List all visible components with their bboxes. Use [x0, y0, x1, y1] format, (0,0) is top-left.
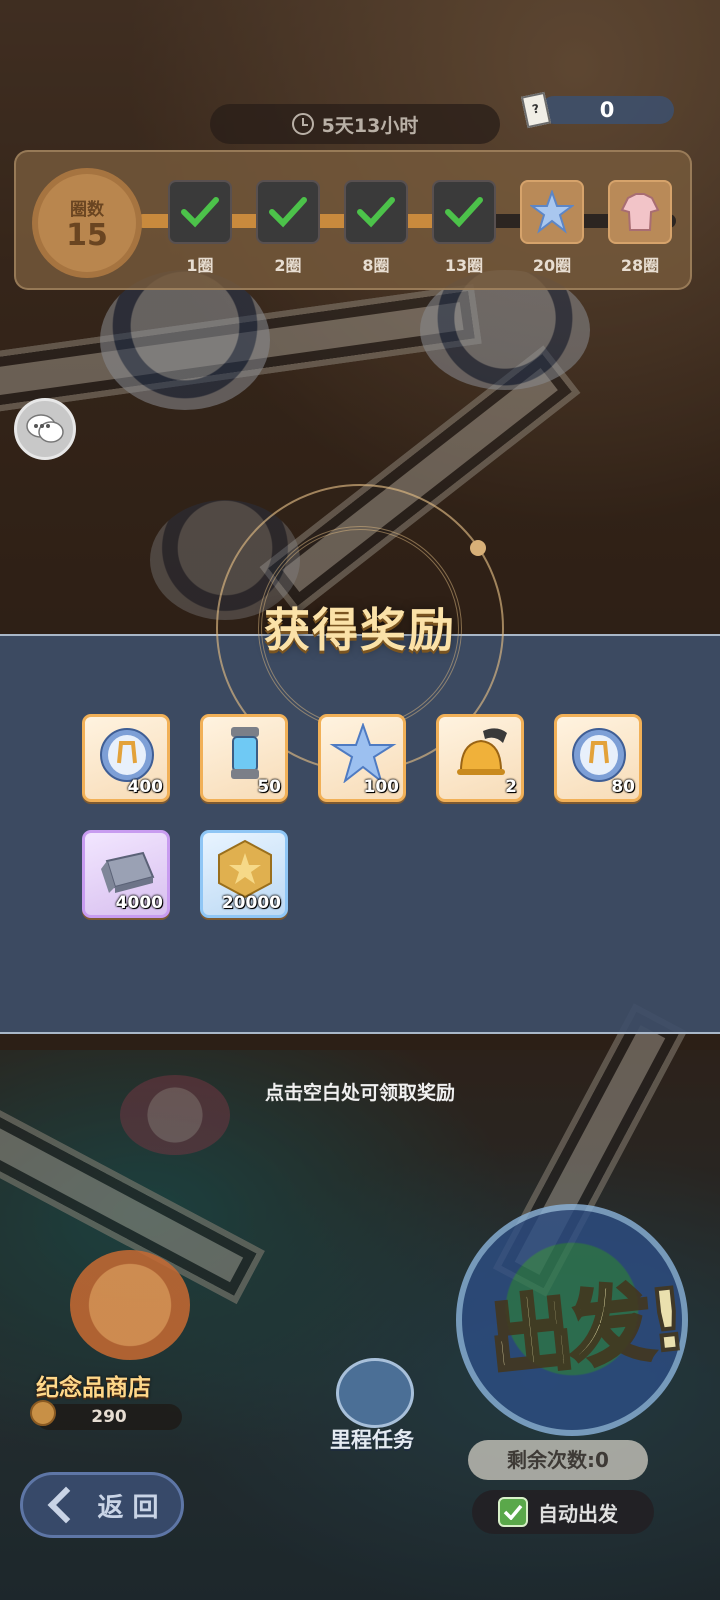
souvenir-shop-label[interactable]: 纪念品商店 — [36, 1368, 151, 1402]
reward-quantity: 80 — [611, 777, 635, 797]
milestone-6[interactable]: 28圈 — [608, 180, 672, 276]
reward-item[interactable]: 400 — [82, 714, 170, 802]
star-crystal-icon — [530, 190, 574, 234]
collect-hint: 点击空白处可领取奖励 — [264, 1082, 455, 1104]
lap-progress-panel: 圈数 15 1圈 2圈 8圈 13圈 20圈 28圈 — [14, 150, 692, 290]
mileage-mission-icon[interactable] — [336, 1358, 414, 1428]
milestone-label: 13圈 — [444, 256, 484, 275]
reward-title: 获得奖励 — [264, 603, 456, 657]
milestone-1[interactable]: 1圈 — [168, 180, 232, 276]
reward-quantity: 400 — [127, 777, 164, 797]
lap-count-value: 15 — [66, 217, 108, 253]
chat-button[interactable] — [14, 398, 76, 460]
auto-depart-label: 自动出发 — [538, 1501, 618, 1526]
ticket-counter: 0 — [540, 96, 674, 124]
reward-item[interactable]: 4000 — [82, 830, 170, 918]
reward-quantity: 20000 — [221, 893, 281, 913]
milestone-3[interactable]: 8圈 — [344, 180, 408, 276]
shop-coin-counter: 290 — [36, 1404, 182, 1430]
ticket-count: 0 — [599, 98, 615, 122]
milestone-label: 8圈 — [362, 256, 390, 275]
back-button[interactable]: 返 回 — [20, 1472, 184, 1538]
check-icon — [268, 196, 308, 228]
milestone-2[interactable]: 2圈 — [256, 180, 320, 276]
timer-text: 5天13小时 — [321, 114, 419, 137]
checkbox-checked-icon[interactable] — [498, 1497, 528, 1527]
milestone-label: 20圈 — [532, 256, 572, 275]
lap-badge-label: 圈数 — [70, 199, 104, 220]
remaining-attempts: 剩余次数:0 — [468, 1440, 648, 1480]
depart-button-label[interactable]: 出发! — [482, 1252, 689, 1393]
milestone-claimed-box[interactable] — [432, 180, 496, 244]
milestone-label: 1圈 — [186, 256, 214, 275]
milestone-claimed-box[interactable] — [256, 180, 320, 244]
reward-quantity: 2 — [505, 777, 517, 797]
reward-quantity: 4000 — [115, 893, 163, 913]
milestone-label: 28圈 — [620, 256, 660, 275]
back-arrow-icon — [48, 1486, 85, 1524]
reward-quantity: 100 — [363, 777, 400, 797]
check-icon — [356, 196, 396, 228]
milestone-5[interactable]: 20圈 — [520, 180, 584, 276]
auto-depart-toggle[interactable]: 自动出发 — [472, 1490, 654, 1534]
milestone-claimed-box[interactable] — [344, 180, 408, 244]
reward-item[interactable]: 50 — [200, 714, 288, 802]
mileage-mission-label[interactable]: 里程任务 — [330, 1424, 414, 1454]
coin-icon — [30, 1400, 56, 1426]
milestone-label: 2圈 — [274, 256, 302, 275]
reward-grid: 400 50 100 2 80 4000 20000 — [82, 714, 642, 918]
check-icon — [180, 196, 220, 228]
back-button-label: 返 回 — [97, 1492, 159, 1523]
milestone-4[interactable]: 13圈 — [432, 180, 496, 276]
souvenir-shop-icon[interactable] — [70, 1250, 190, 1360]
clock-icon — [291, 113, 314, 135]
milestone-reward-box[interactable] — [608, 180, 672, 244]
check-icon — [444, 196, 484, 228]
lap-count-badge: 圈数 15 — [38, 174, 136, 272]
event-timer: 5天13小时 — [210, 104, 500, 144]
chat-bubble-icon — [26, 414, 64, 443]
milestone-reward-box[interactable] — [520, 180, 584, 244]
emblem-dot — [470, 540, 486, 556]
reward-item[interactable]: 20000 — [200, 830, 288, 918]
costume-icon — [620, 193, 660, 231]
shop-coin-value: 290 — [91, 1407, 127, 1427]
reward-quantity: 50 — [257, 777, 281, 797]
reward-item[interactable]: 80 — [554, 714, 642, 802]
reward-item[interactable]: 100 — [318, 714, 406, 802]
reward-item[interactable]: 2 — [436, 714, 524, 802]
milestone-claimed-box[interactable] — [168, 180, 232, 244]
